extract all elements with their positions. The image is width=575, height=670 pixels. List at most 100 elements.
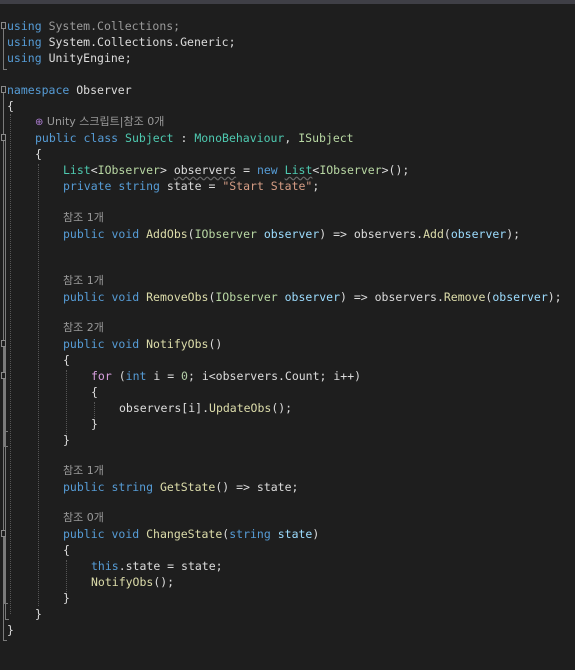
brace: { — [63, 353, 70, 367]
method-name: NotifyObs — [146, 337, 209, 351]
method-call: UpdateObs — [209, 401, 272, 415]
method-name: GetState — [159, 480, 216, 494]
keyword: void — [111, 337, 140, 351]
code-line-changestate-open[interactable]: { — [0, 542, 70, 558]
fold-toggle-icon[interactable] — [1, 22, 6, 29]
codelens-class[interactable]: ⊕ Unity 스크립트|참조 0개 — [0, 114, 164, 130]
keyword: string — [111, 480, 154, 494]
codelens-text[interactable]: 참조 0개 — [63, 510, 104, 526]
code-line-addobs[interactable]: public void AddObs(IObserver observer) =… — [0, 226, 520, 242]
brace: { — [91, 385, 98, 399]
keyword: class — [83, 131, 119, 145]
parameter: observer — [492, 290, 548, 304]
codelens-changestate[interactable]: 참조 0개 — [0, 510, 104, 526]
punct: ( — [111, 369, 126, 383]
punct: ( — [187, 227, 195, 241]
code-line-for-close[interactable]: } — [0, 416, 98, 432]
code-line-namespace-open[interactable]: { — [0, 98, 28, 114]
brace: } — [91, 417, 98, 431]
code-line-using-collections[interactable]: using System.Collections; — [0, 18, 180, 34]
keyword: int — [125, 369, 147, 383]
code-line-namespace[interactable]: namespace Observer — [0, 82, 132, 98]
expression: ) => observers. — [340, 290, 444, 304]
code-line-notify-call[interactable]: NotifyObs(); — [0, 574, 174, 590]
codelens-notifyobs[interactable]: 참조 2개 — [0, 320, 104, 336]
codelens-addobs[interactable]: 참조 1개 — [0, 210, 104, 226]
punct: < — [90, 163, 98, 177]
fold-toggle-icon[interactable] — [1, 530, 6, 537]
code-line-notifyobs-decl[interactable]: public void NotifyObs() — [0, 336, 222, 352]
operator: = — [243, 163, 251, 177]
code-line-for-open[interactable]: { — [0, 384, 98, 400]
punct: (); — [153, 575, 175, 589]
brace: } — [63, 433, 70, 447]
codelens-getstate[interactable]: 참조 1개 — [0, 463, 104, 479]
field-name: state — [166, 179, 202, 193]
code-line-class-close[interactable]: } — [0, 606, 42, 622]
punct: () — [208, 337, 223, 351]
punct: ) — [312, 527, 320, 541]
expression: .state = state; — [118, 559, 223, 573]
field-name: observers — [173, 163, 237, 177]
codelens-text[interactable]: 참조 2개 — [63, 320, 104, 336]
keyword: public — [63, 480, 105, 494]
fold-toggle-icon[interactable] — [1, 372, 6, 379]
code-line-observers-field[interactable]: List<IObserver> observers = new List<IOb… — [0, 162, 409, 178]
punct: ( — [443, 227, 451, 241]
code-line-removeobs[interactable]: public void RemoveObs(IObserver observer… — [0, 289, 562, 305]
fold-toggle-icon[interactable] — [1, 86, 6, 93]
fold-toggle-icon[interactable] — [1, 134, 6, 141]
interface-name: IObserver — [97, 163, 160, 177]
keyword: using — [7, 19, 42, 33]
expression: observers[i]. — [119, 401, 210, 415]
parameter: observer — [284, 290, 341, 304]
keyword: public — [63, 227, 105, 241]
expression: i = — [146, 369, 182, 383]
code-line-changestate-decl[interactable]: public void ChangeState(string state) — [0, 526, 319, 542]
codelens-removeobs[interactable]: 참조 1개 — [0, 273, 104, 289]
punct: > — [159, 163, 167, 177]
code-editor[interactable]: using System.Collections; using System.C… — [0, 4, 575, 643]
keyword: using — [7, 51, 42, 65]
keyword: string — [229, 527, 271, 541]
code-line-notifyobs-close[interactable]: } — [0, 432, 70, 448]
method-name: RemoveObs — [146, 290, 209, 304]
fold-toggle-icon[interactable] — [1, 340, 6, 347]
code-line-this-state[interactable]: this.state = state; — [0, 558, 223, 574]
code-line-updateobs-call[interactable]: observers[i].UpdateObs(); — [0, 400, 292, 416]
keyword: this — [91, 559, 119, 573]
keyword: namespace — [7, 83, 70, 97]
keyword: string — [118, 179, 160, 193]
keyword: using — [7, 35, 42, 49]
brace: } — [7, 623, 14, 637]
punct: , — [284, 131, 292, 145]
number-literal: 0 — [181, 369, 188, 383]
interface-name: IObserver — [215, 290, 278, 304]
codelens-text[interactable]: 참조 1개 — [63, 210, 104, 226]
brace: } — [63, 591, 70, 605]
code-line-for[interactable]: for (int i = 0; i<observers.Count; i++) — [0, 368, 361, 384]
expression: ) => observers. — [319, 227, 424, 241]
code-line-class-open[interactable]: { — [0, 146, 42, 162]
code-line-getstate[interactable]: public string GetState() => state; — [0, 479, 298, 495]
brace: { — [35, 147, 42, 161]
class-name: Subject — [125, 131, 174, 145]
type-name: List — [284, 163, 313, 177]
code-line-using-unityengine[interactable]: using UnityEngine; — [0, 50, 132, 66]
expression: ; i<observers.Count; i++) — [187, 369, 362, 383]
namespace-ref: UnityEngine; — [48, 51, 132, 65]
interface-name: ISubject — [298, 131, 354, 145]
control-keyword: for — [91, 369, 112, 383]
code-line-namespace-close[interactable]: } — [0, 622, 28, 638]
code-line-changestate-close[interactable]: } — [0, 590, 70, 606]
code-line-class-decl[interactable]: public class Subject : MonoBehaviour, IS… — [0, 130, 354, 146]
unity-script-icon: ⊕ — [35, 117, 44, 128]
code-line-state-field[interactable]: private string state = "Start State"; — [0, 178, 319, 194]
codelens-text[interactable]: 참조 1개 — [63, 463, 104, 479]
punct: ); — [547, 290, 562, 304]
codelens-text[interactable]: 참조 1개 — [63, 273, 104, 289]
keyword: void — [111, 290, 140, 304]
code-line-using-generic[interactable]: using System.Collections.Generic; — [0, 34, 236, 50]
code-line-notifyobs-open[interactable]: { — [0, 352, 70, 368]
codelens-text[interactable]: Unity 스크립트|참조 0개 — [47, 115, 164, 128]
